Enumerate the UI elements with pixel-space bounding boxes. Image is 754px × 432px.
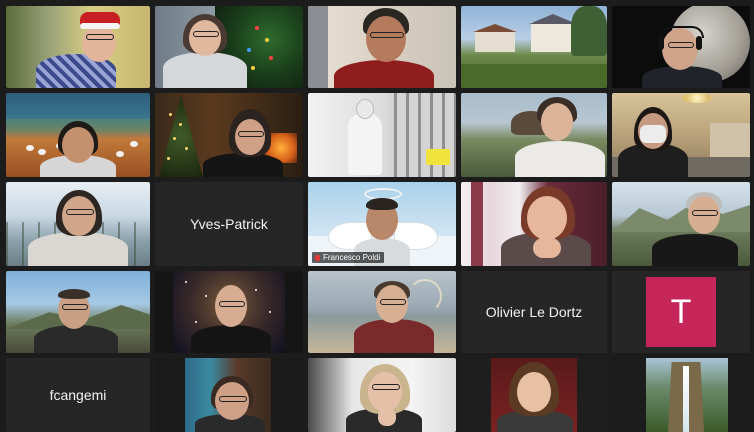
avatar-letter: T (670, 292, 692, 331)
video-tile[interactable] (6, 271, 150, 353)
video-tile-name-only[interactable]: Yves-Patrick (155, 182, 303, 266)
video-tile[interactable] (612, 6, 750, 88)
video-tile-avatar[interactable]: T (612, 271, 750, 353)
video-tile[interactable] (461, 6, 607, 88)
participant-avatar: T (646, 277, 716, 347)
video-tile[interactable] (612, 358, 750, 432)
active-speaker-tile[interactable]: Francesco Poldi (308, 182, 456, 266)
video-tile[interactable] (6, 93, 150, 177)
participant-name-tag: Francesco Poldi (312, 252, 385, 263)
video-tile[interactable] (612, 182, 750, 266)
video-tile-name-only[interactable]: Olivier Le Dortz (461, 271, 607, 353)
video-tile[interactable] (155, 271, 303, 353)
video-tile[interactable] (155, 6, 303, 88)
participant-name: fcangemi (49, 387, 107, 403)
video-tile[interactable] (155, 93, 303, 177)
video-tile[interactable] (308, 93, 456, 177)
video-tile[interactable] (6, 182, 150, 266)
video-tile[interactable] (6, 6, 150, 88)
video-tile[interactable] (308, 6, 456, 88)
video-tile[interactable] (612, 93, 750, 177)
participant-name: Francesco Poldi (323, 253, 381, 262)
participant-name: Olivier Le Dortz (485, 304, 583, 320)
video-tile[interactable] (461, 182, 607, 266)
video-tile-name-only[interactable]: fcangemi (6, 358, 150, 432)
video-tile[interactable] (308, 358, 456, 432)
video-tile[interactable] (155, 358, 303, 432)
video-gallery: Yves-Patrick Francesco Poldi Olivier Le … (0, 0, 754, 432)
video-tile[interactable] (308, 271, 456, 353)
participant-name: Yves-Patrick (190, 216, 268, 232)
mic-muted-icon (315, 254, 320, 261)
video-tile[interactable] (461, 93, 607, 177)
video-tile[interactable] (461, 358, 607, 432)
